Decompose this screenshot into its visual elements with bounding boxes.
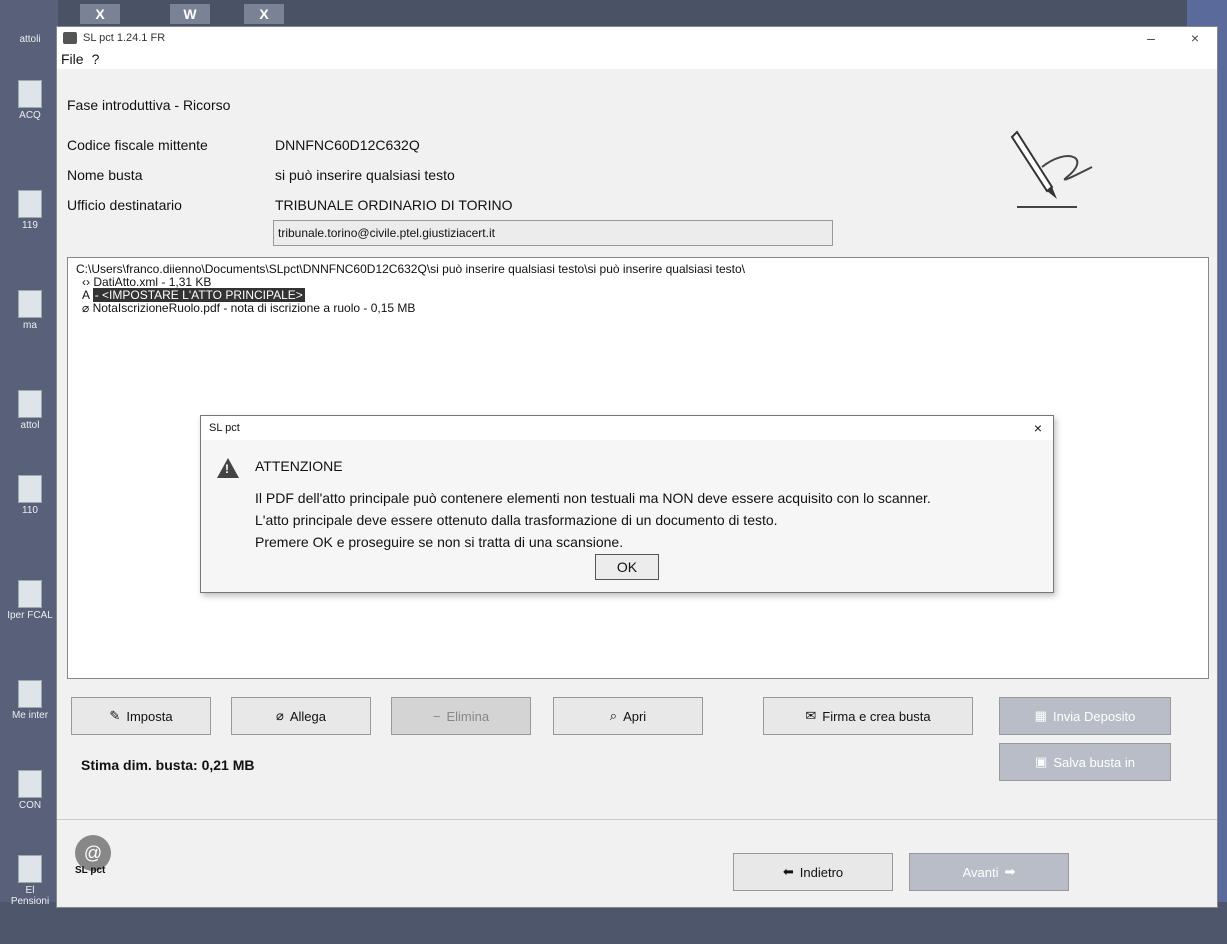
desktop-icon[interactable]: El Pensioni bbox=[6, 855, 54, 907]
close-window-button[interactable]: × bbox=[1173, 30, 1217, 46]
dialog-title-bar: SL pct × bbox=[201, 416, 1053, 440]
envelope-label: Nome busta bbox=[67, 167, 143, 183]
office-row: Ufficio destinatario TRIBUNALE ORDINARIO… bbox=[67, 197, 513, 213]
file-icon bbox=[18, 390, 42, 418]
file-icon bbox=[18, 680, 42, 708]
office-value: TRIBUNALE ORDINARIO DI TORINO bbox=[275, 197, 513, 213]
xml-icon: ‹› bbox=[82, 275, 90, 289]
file-icon bbox=[18, 80, 42, 108]
send-icon: ▦ bbox=[1034, 708, 1047, 723]
tree-item-datiatto[interactable]: ‹› DatiAtto.xml - 1,31 KB bbox=[82, 275, 211, 289]
dialog-heading: ATTENZIONE bbox=[255, 458, 343, 474]
warning-icon bbox=[217, 458, 239, 478]
file-icon bbox=[18, 580, 42, 608]
dialog-title: SL pct bbox=[209, 422, 240, 434]
apri-button[interactable]: ⌕ Apri bbox=[553, 697, 703, 735]
envelope-size-estimate: Stima dim. busta: 0,21 MB bbox=[81, 757, 255, 773]
arrow-left-icon: ⬅ bbox=[782, 864, 794, 879]
app-icon bbox=[63, 32, 77, 44]
minus-icon: − bbox=[432, 708, 441, 724]
elimina-button[interactable]: − Elimina bbox=[391, 697, 531, 735]
salva-busta-button[interactable]: ▣ Salva busta in bbox=[999, 743, 1171, 781]
file-icon bbox=[18, 770, 42, 798]
office-label: Ufficio destinatario bbox=[67, 197, 182, 213]
desktop-icon[interactable]: attoli bbox=[6, 34, 54, 45]
attachment-icon: ⌀ bbox=[82, 301, 90, 315]
signature-pen-icon bbox=[1010, 130, 1093, 208]
window-title: SL pct 1.24.1 FR bbox=[83, 32, 166, 44]
recipient-email-field[interactable]: tribunale.torino@civile.ptel.giustiziace… bbox=[273, 220, 833, 246]
minimize-button[interactable]: – bbox=[1129, 30, 1173, 46]
taskbar-excel-icon[interactable]: X bbox=[80, 4, 120, 24]
file-icon bbox=[18, 190, 42, 218]
file-icon bbox=[18, 855, 42, 883]
desktop-icon[interactable]: CON bbox=[6, 770, 54, 811]
envelope-row: Nome busta si può inserire qualsiasi tes… bbox=[67, 167, 455, 183]
envelope-icon: ✉ bbox=[805, 708, 817, 723]
menu-help[interactable]: ? bbox=[92, 51, 100, 67]
desktop-icon[interactable]: ma bbox=[6, 290, 54, 331]
document-icon: A bbox=[82, 288, 90, 302]
paperclip-icon: ⌀ bbox=[276, 708, 284, 723]
desktop-icon[interactable]: ACQ bbox=[6, 80, 54, 121]
desktop-icon[interactable]: Me inter bbox=[6, 680, 54, 721]
desktop-icon[interactable]: 110 bbox=[6, 475, 54, 516]
dialog-message-line: Premere OK e proseguire se non si tratta… bbox=[255, 534, 624, 550]
tree-root[interactable]: C:\Users\franco.diienno\Documents\SLpct\… bbox=[76, 262, 745, 276]
desktop-icon[interactable]: Iper FCAL bbox=[6, 580, 54, 621]
desktop-icon[interactable]: attol bbox=[6, 390, 54, 431]
taskbar-word-icon[interactable]: W bbox=[170, 4, 210, 24]
footer-divider bbox=[57, 819, 1217, 820]
tree-item-atto-principale[interactable]: A - <IMPOSTARE L'ATTO PRINCIPALE> bbox=[82, 288, 305, 302]
envelope-value: si può inserire qualsiasi testo bbox=[275, 167, 455, 183]
dialog-close-button[interactable]: × bbox=[1023, 420, 1053, 436]
invia-deposito-button[interactable]: ▦ Invia Deposito bbox=[999, 697, 1171, 735]
indietro-button[interactable]: ⬅ Indietro bbox=[733, 853, 893, 891]
sender-value: DNNFNC60D12C632Q bbox=[275, 137, 420, 153]
save-icon: ▣ bbox=[1035, 754, 1048, 769]
desktop-icon[interactable]: 119 bbox=[6, 190, 54, 231]
sender-label: Codice fiscale mittente bbox=[67, 137, 208, 153]
warning-dialog: SL pct × ATTENZIONE Il PDF dell'atto pri… bbox=[200, 415, 1054, 593]
firma-button[interactable]: ✉ Firma e crea busta bbox=[763, 697, 973, 735]
imposta-button[interactable]: ✎ Imposta bbox=[71, 697, 211, 735]
avanti-button[interactable]: Avanti ➡ bbox=[909, 853, 1069, 891]
search-icon: ⌕ bbox=[609, 708, 618, 723]
dialog-message-line: L'atto principale deve essere ottenuto d… bbox=[255, 512, 778, 528]
dialog-message-line: Il PDF dell'atto principale può contener… bbox=[255, 490, 931, 506]
file-icon bbox=[18, 290, 42, 318]
taskbar-excel-icon-2[interactable]: X bbox=[244, 4, 284, 24]
menu-file[interactable]: File bbox=[61, 51, 84, 67]
footer-logo-label: SL pct bbox=[75, 865, 106, 876]
arrow-right-icon: ➡ bbox=[1004, 864, 1016, 879]
phase-title: Fase introduttiva - Ricorso bbox=[67, 97, 231, 113]
menu-bar: File ? bbox=[57, 49, 1217, 69]
ok-button[interactable]: OK bbox=[595, 554, 659, 580]
title-bar: SL pct 1.24.1 FR – × bbox=[57, 27, 1217, 49]
sender-row: Codice fiscale mittente DNNFNC60D12C632Q bbox=[67, 137, 420, 153]
desktop-bottom-strip bbox=[0, 902, 1227, 944]
pen-icon: ✎ bbox=[109, 708, 121, 723]
allega-button[interactable]: ⌀ Allega bbox=[231, 697, 371, 735]
file-icon bbox=[18, 475, 42, 503]
tree-item-nota[interactable]: ⌀ NotaIscrizioneRuolo.pdf - nota di iscr… bbox=[82, 301, 415, 315]
